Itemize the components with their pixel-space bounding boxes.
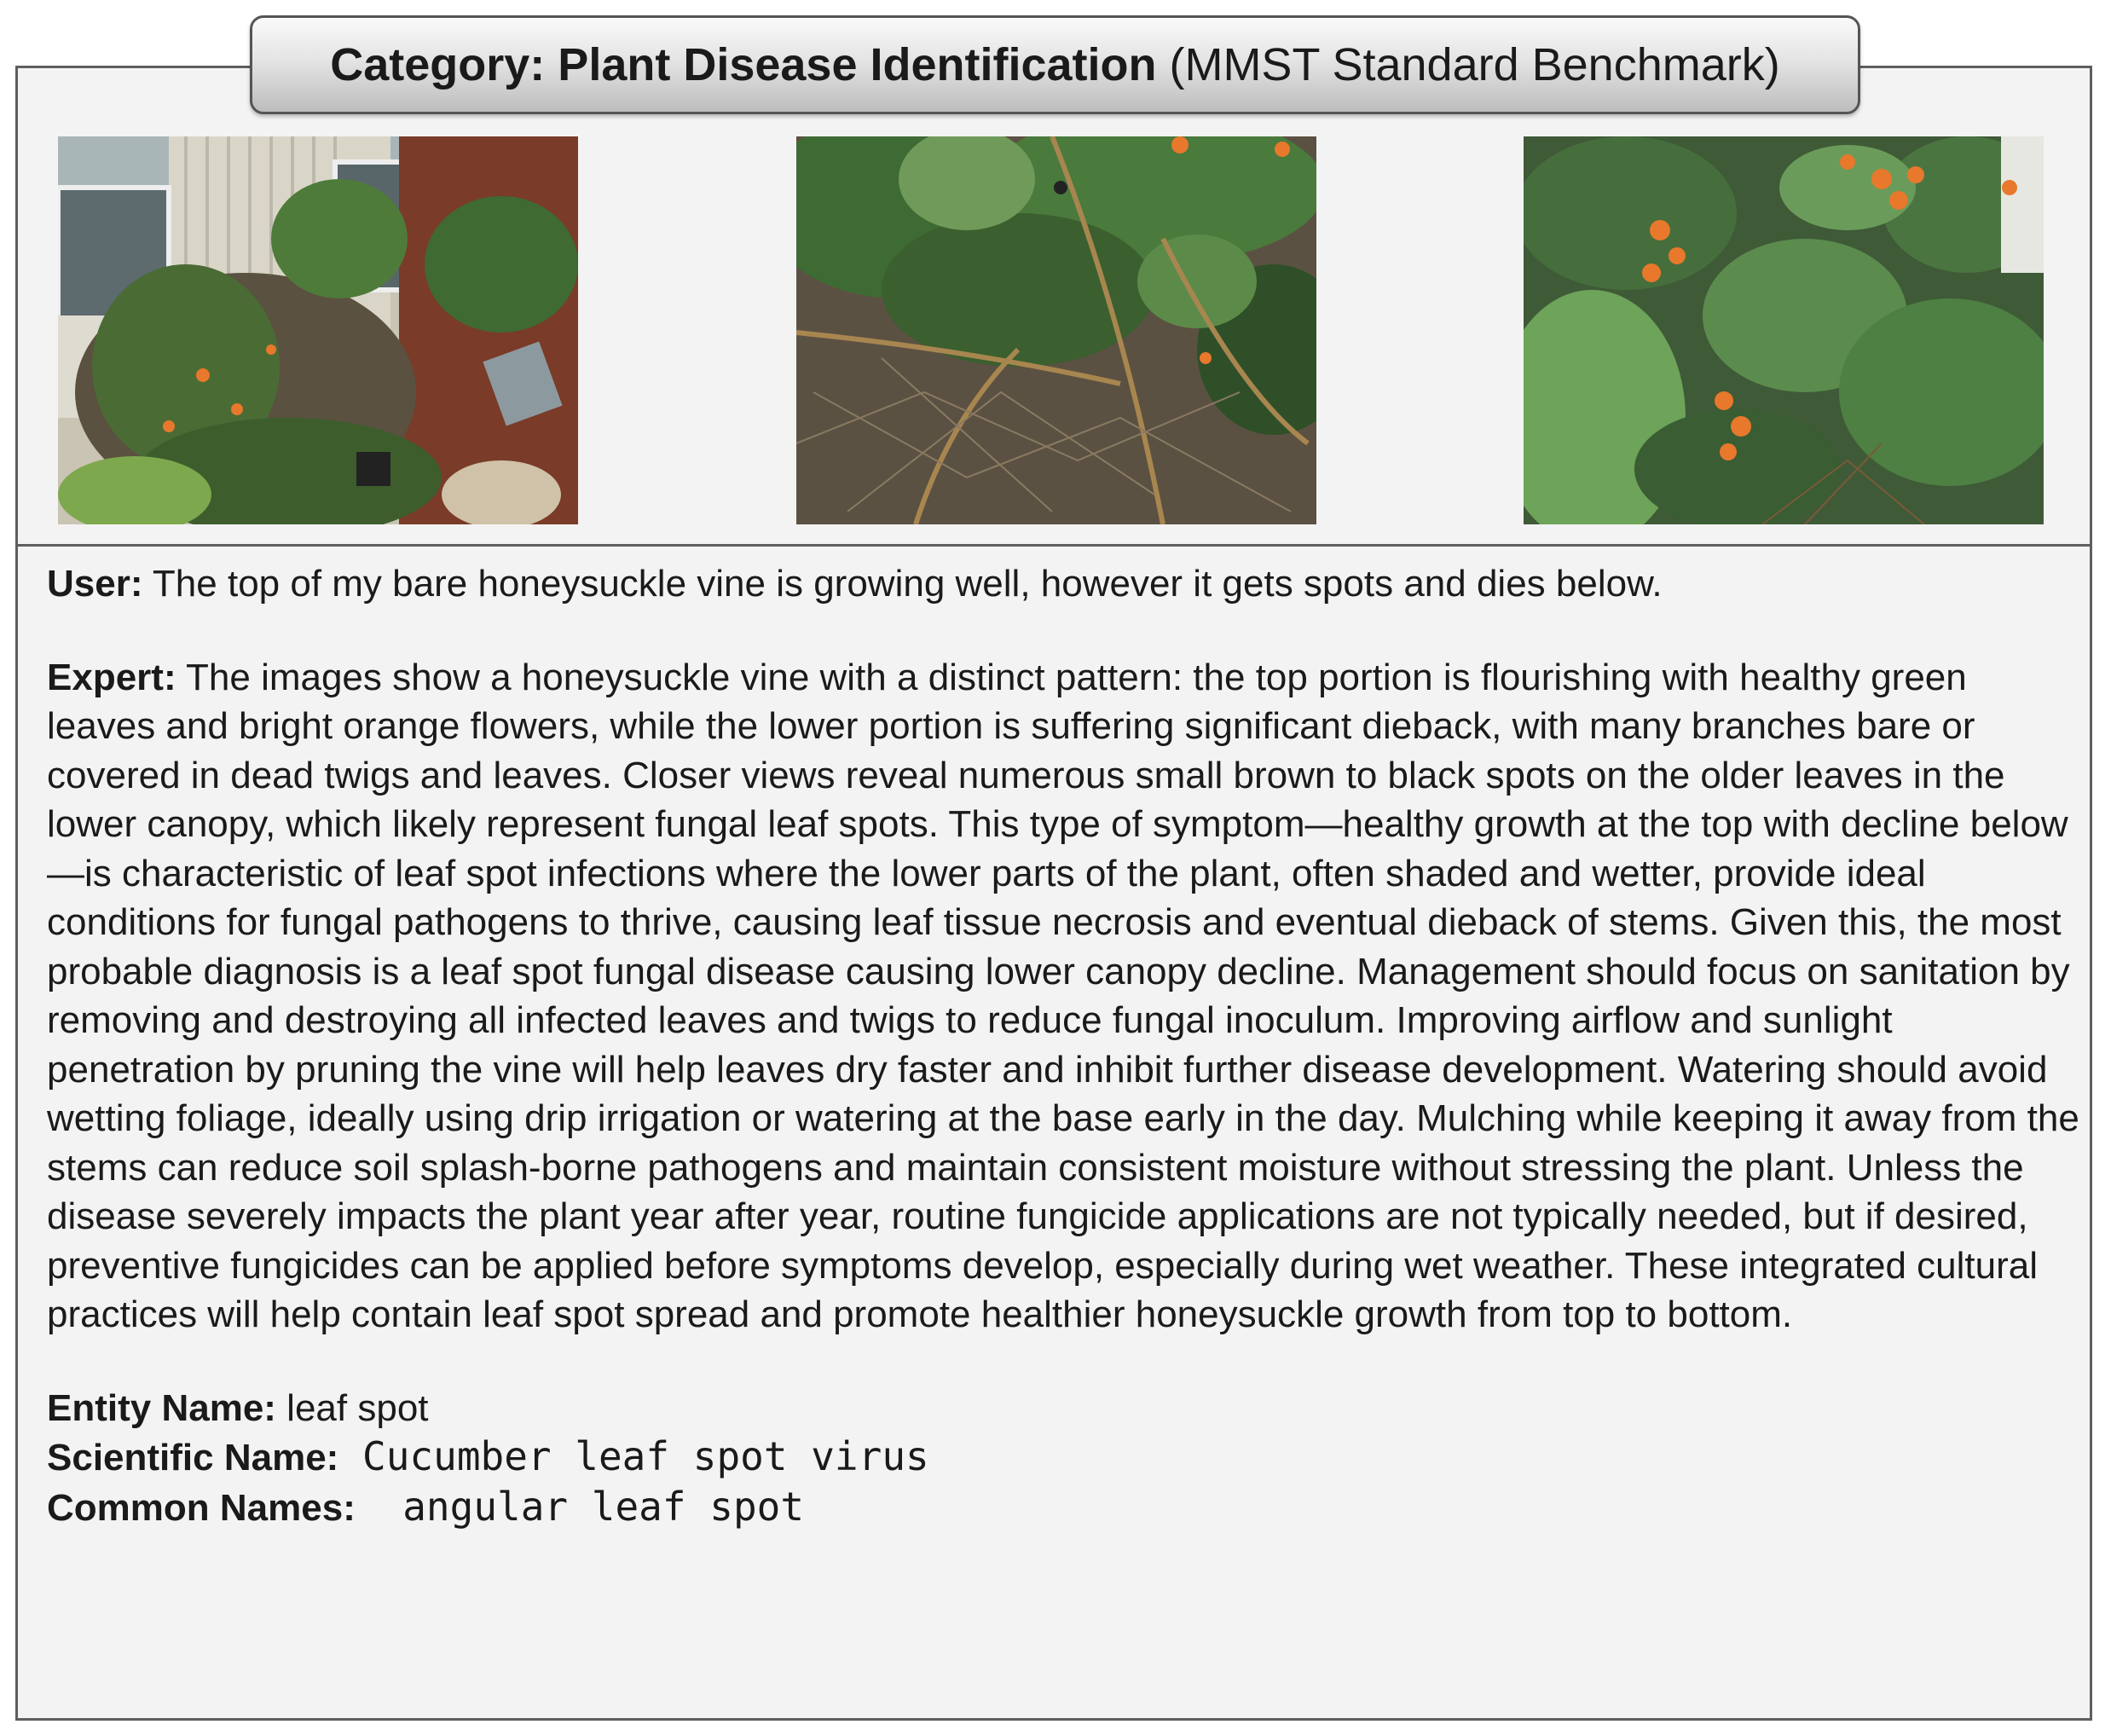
section-divider xyxy=(18,544,2090,547)
expert-label: Expert: xyxy=(47,656,176,698)
entity-name-value: leaf spot xyxy=(275,1386,429,1429)
common-names-row: Common Names: angular leaf spot xyxy=(47,1483,2085,1533)
entity-name-label: Entity Name: xyxy=(47,1386,276,1429)
expert-text: The images show a honeysuckle vine with … xyxy=(47,656,2079,1336)
scientific-name-label: Scientific Name: xyxy=(47,1437,339,1478)
common-names-label: Common Names: xyxy=(47,1486,356,1529)
user-text: The top of my bare honeysuckle vine is g… xyxy=(142,563,1663,605)
entity-name-row: Entity Name: leaf spot xyxy=(47,1384,2085,1433)
honeysuckle-vine-on-trellis-photo xyxy=(58,136,578,524)
dialog-content: User: The top of my bare honeysuckle vin… xyxy=(47,559,2085,1532)
category-title: Category: Plant Disease Identification (… xyxy=(250,15,1860,114)
category-title-bold: Category: Plant Disease Identification xyxy=(330,39,1157,90)
user-label: User: xyxy=(47,563,143,605)
content-frame: User: The top of my bare honeysuckle vin… xyxy=(15,66,2092,1721)
lower-canopy-dieback-closeup-photo xyxy=(796,136,1316,524)
category-title-benchmark: (MMST Standard Benchmark) xyxy=(1156,39,1780,90)
common-names-value: angular leaf spot xyxy=(355,1483,805,1530)
healthy-top-with-orange-flowers-photo xyxy=(1524,136,2044,524)
scientific-name-value: Cucumber leaf spot virus xyxy=(338,1433,929,1479)
expert-message: Expert: The images show a honeysuckle vi… xyxy=(47,653,2085,1340)
scientific-name-row: Scientific Name: Cucumber leaf spot viru… xyxy=(47,1432,2085,1483)
user-message: User: The top of my bare honeysuckle vin… xyxy=(47,559,2085,609)
